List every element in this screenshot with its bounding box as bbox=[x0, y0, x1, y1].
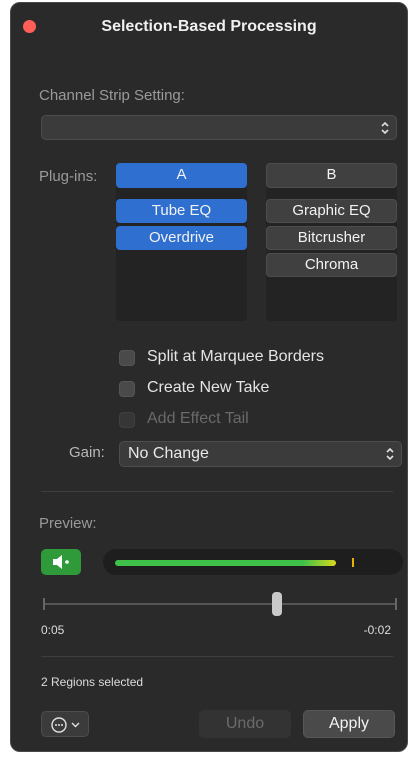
level-meter-peak bbox=[352, 558, 355, 567]
plugin-item-chroma[interactable]: Chroma bbox=[266, 253, 397, 277]
preview-play-button[interactable] bbox=[41, 549, 81, 575]
chevron-updown-icon bbox=[381, 121, 389, 134]
create-new-take-checkbox[interactable] bbox=[119, 381, 135, 397]
plugin-column-a-header[interactable]: A bbox=[116, 163, 247, 188]
plugin-item-overdrive[interactable]: Overdrive bbox=[116, 226, 247, 250]
channel-strip-label: Channel Strip Setting: bbox=[39, 87, 185, 104]
more-options-button[interactable] bbox=[41, 711, 89, 737]
plugin-item-tube-eq[interactable]: Tube EQ bbox=[116, 199, 247, 223]
preview-label: Preview: bbox=[39, 515, 97, 532]
ellipsis-circle-icon bbox=[51, 717, 80, 733]
add-effect-tail-label: Add Effect Tail bbox=[147, 410, 249, 427]
playback-slider-knob[interactable] bbox=[271, 592, 282, 616]
plugins-label: Plug-ins: bbox=[39, 168, 98, 185]
slider-start-tick bbox=[43, 598, 45, 610]
slider-end-tick bbox=[395, 598, 397, 610]
divider bbox=[41, 491, 393, 492]
chevron-updown-icon bbox=[386, 447, 394, 461]
time-remaining: -0:02 bbox=[363, 623, 391, 637]
split-marquee-label: Split at Marquee Borders bbox=[147, 348, 324, 365]
time-elapsed: 0:05 bbox=[41, 623, 65, 637]
channel-strip-popup[interactable] bbox=[41, 115, 397, 140]
add-effect-tail-checkbox bbox=[119, 412, 135, 428]
plugin-item-graphic-eq[interactable]: Graphic EQ bbox=[266, 199, 397, 223]
split-marquee-checkbox[interactable] bbox=[119, 350, 135, 366]
gain-label: Gain: bbox=[69, 444, 105, 461]
level-meter bbox=[103, 549, 403, 575]
divider bbox=[41, 656, 393, 657]
plugin-item-bitcrusher[interactable]: Bitcrusher bbox=[266, 226, 397, 250]
window-title: Selection-Based Processing bbox=[101, 18, 317, 35]
apply-button[interactable]: Apply bbox=[303, 710, 395, 738]
gain-popup[interactable]: No Change bbox=[119, 441, 402, 467]
plugin-column-b-header[interactable]: B bbox=[266, 163, 397, 188]
undo-button[interactable]: Undo bbox=[199, 710, 291, 738]
playback-slider-track[interactable] bbox=[43, 598, 397, 610]
selection-processing-window: Selection-Based Processing Channel Strip… bbox=[10, 2, 408, 752]
level-meter-fill bbox=[115, 560, 336, 566]
status-text: 2 Regions selected bbox=[41, 675, 144, 689]
gain-value: No Change bbox=[128, 445, 209, 462]
speaker-icon bbox=[53, 555, 69, 569]
create-new-take-label: Create New Take bbox=[147, 379, 270, 396]
